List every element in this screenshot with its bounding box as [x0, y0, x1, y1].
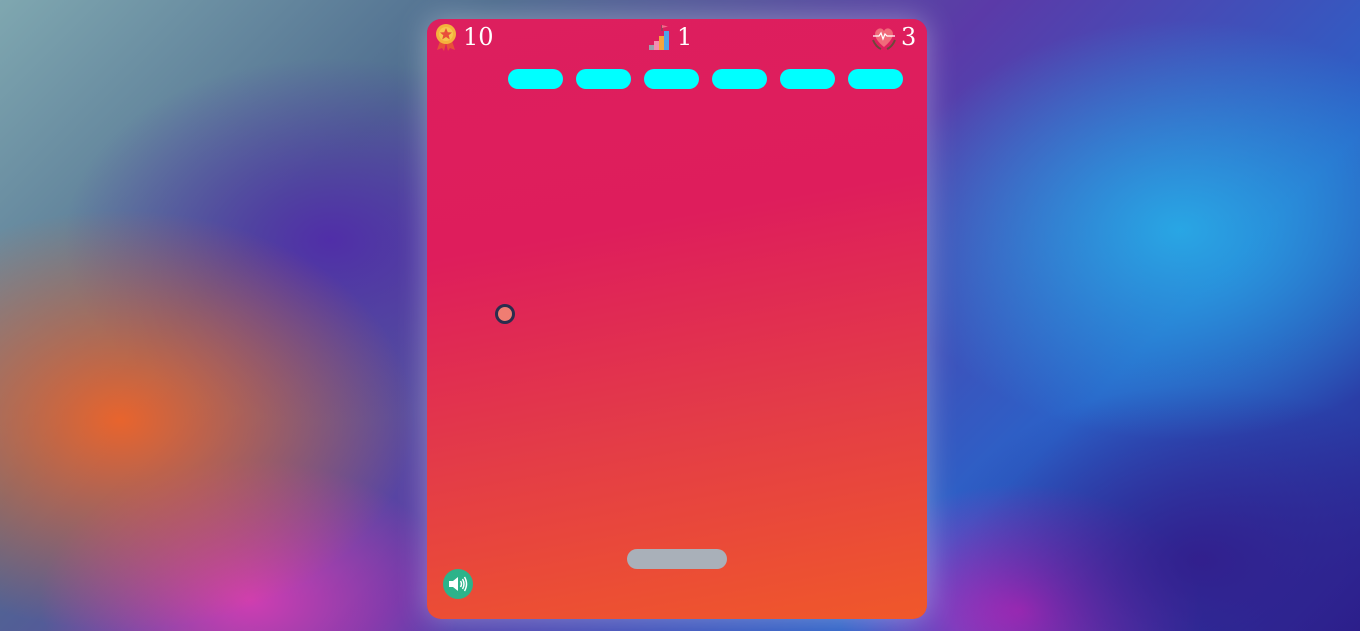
- score-display: 10: [433, 23, 494, 51]
- ball: [495, 304, 515, 324]
- heart-hands-icon: [872, 28, 896, 50]
- medal-icon: [436, 24, 456, 51]
- speaker-icon: [449, 576, 468, 592]
- brick: [712, 69, 767, 89]
- brick: [780, 69, 835, 89]
- stairs-icon: [649, 25, 669, 50]
- brick: [508, 69, 563, 89]
- score-value: 10: [463, 23, 494, 51]
- lives-display: 3: [871, 23, 916, 51]
- paddle[interactable]: [627, 549, 727, 569]
- game-board[interactable]: 10 1 3: [427, 19, 927, 619]
- brick: [848, 69, 903, 89]
- brick: [644, 69, 699, 89]
- level-display: 1: [647, 23, 692, 51]
- brick: [576, 69, 631, 89]
- level-value: 1: [677, 23, 693, 51]
- sound-toggle-button[interactable]: [443, 569, 473, 599]
- lives-value: 3: [901, 23, 917, 51]
